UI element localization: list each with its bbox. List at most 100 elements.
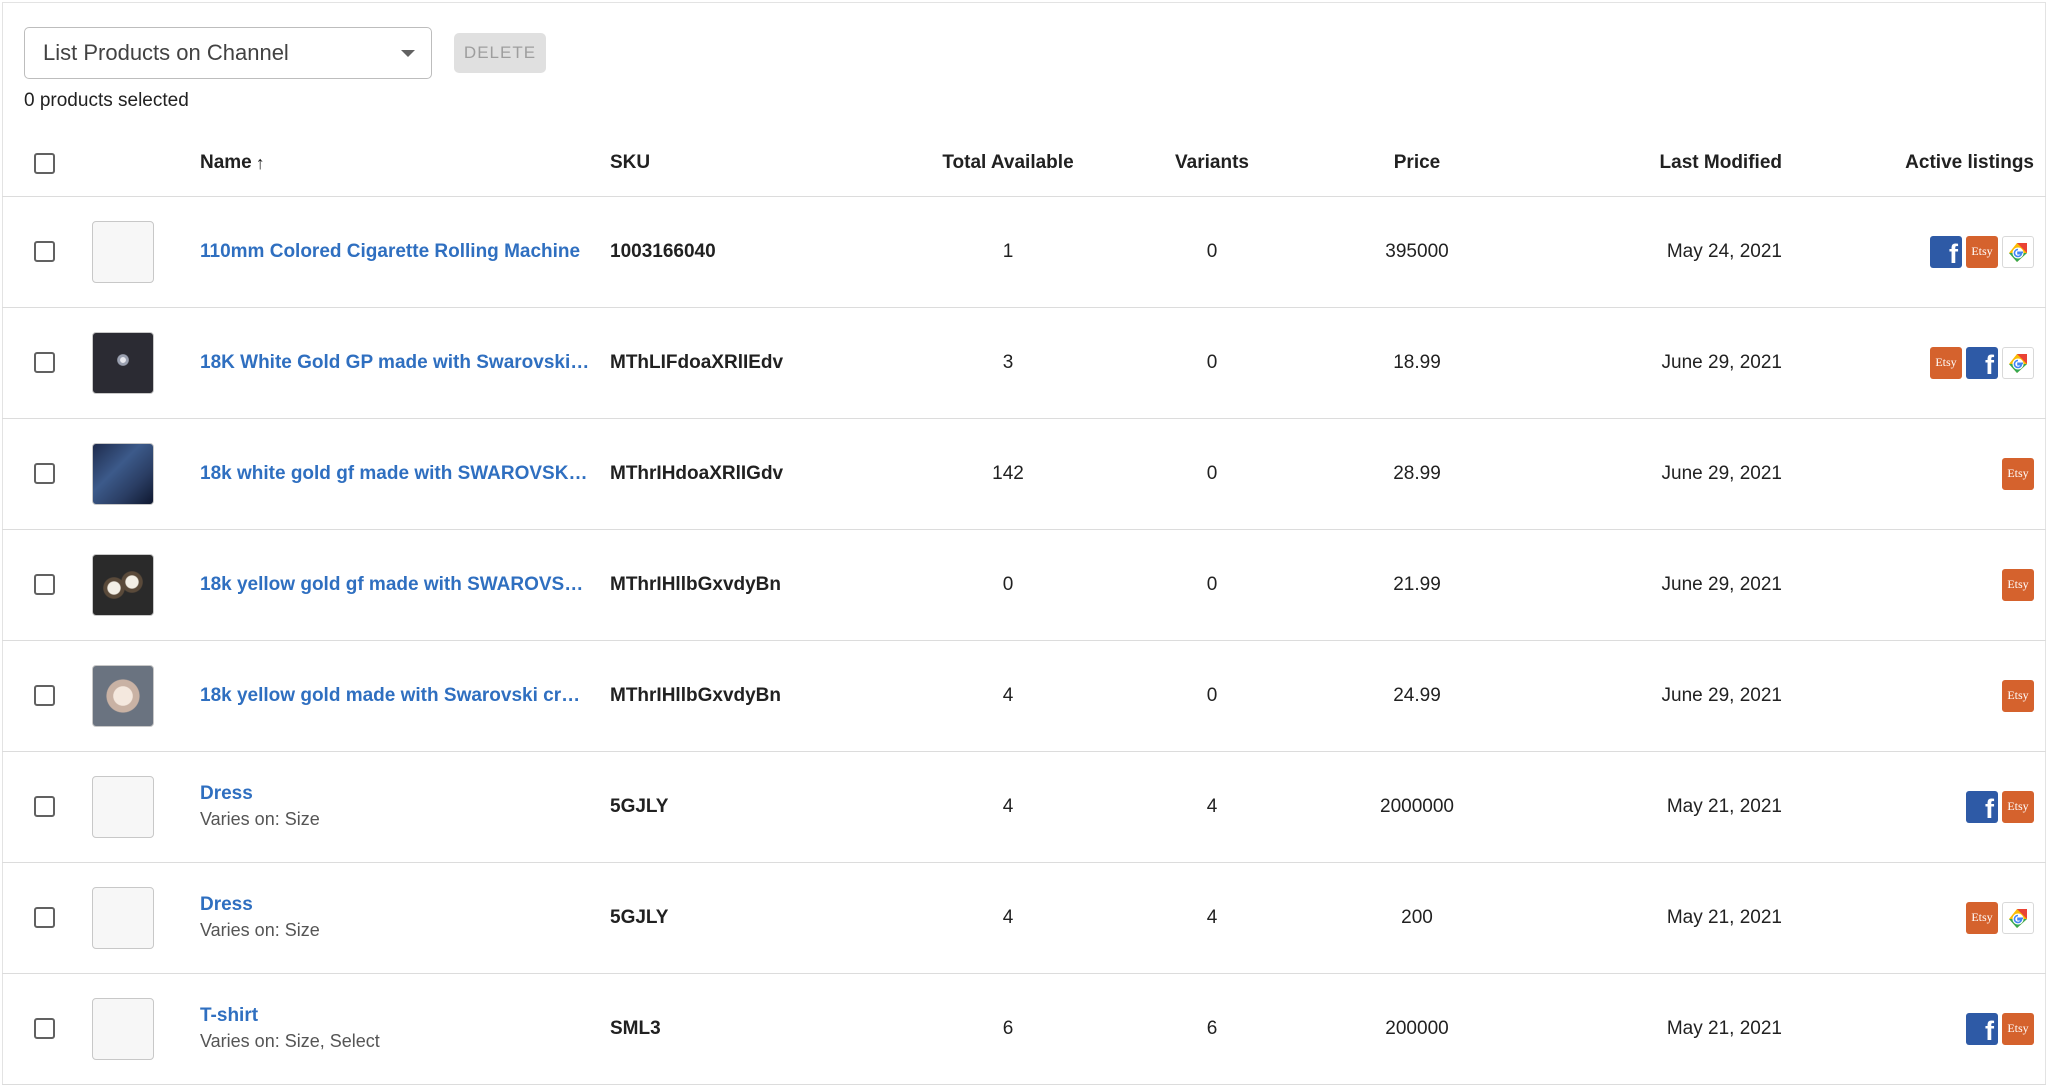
product-name-link[interactable]: 18k yellow gold made with Swarovski crys…	[200, 685, 590, 707]
column-header-name[interactable]: Name ↑	[200, 130, 600, 196]
total-available-cell: 3	[1002, 351, 1014, 373]
table-row: 18k white gold gf made with SWAROVSKI c.…	[2, 418, 2046, 530]
product-name-link[interactable]: 18K White Gold GP made with Swarovski c.…	[200, 352, 590, 374]
product-thumbnail[interactable]	[92, 442, 154, 505]
product-name-block: 18k yellow gold gf made with SWAROVSKI .…	[200, 574, 590, 596]
variants-cell: 4	[1206, 906, 1218, 928]
etsy-icon[interactable]: Etsy	[2002, 457, 2034, 490]
table-row: Dress Varies on: Size 5GJLY 4 4 2000000 May 21…	[2, 751, 2046, 863]
product-name-link[interactable]: 110mm Colored Cigarette Rolling Machine	[200, 241, 580, 263]
active-listings-icons: Etsy	[2002, 568, 2034, 601]
active-listings-icons: f Etsy	[1966, 1012, 2034, 1045]
total-available-cell: 6	[1002, 1017, 1014, 1039]
product-thumbnail[interactable]	[92, 664, 154, 727]
facebook-icon[interactable]: f	[1966, 346, 1998, 379]
google-shopping-icon[interactable]	[2002, 901, 2034, 934]
etsy-icon[interactable]: Etsy	[1930, 346, 1962, 379]
last-modified-cell: May 21, 2021	[1666, 906, 1782, 928]
select-all-checkbox[interactable]	[34, 152, 55, 174]
sku-cell: MThrIHdoaXRlIGdv	[610, 462, 784, 484]
google-shopping-icon[interactable]	[2002, 346, 2034, 379]
active-listings-icons: Etsy f	[1930, 346, 2034, 379]
row-checkbox[interactable]	[34, 685, 55, 706]
last-modified-cell: May 24, 2021	[1666, 240, 1782, 262]
product-name-block: Dress Varies on: Size	[200, 783, 320, 830]
product-name-link[interactable]: T-shirt	[200, 1005, 380, 1027]
table-row: T-shirt Varies on: Size, Select SML3 6 6 2000…	[2, 973, 2046, 1085]
google-shopping-icon[interactable]	[2002, 235, 2034, 268]
facebook-icon[interactable]: f	[1966, 790, 1998, 823]
price-cell: 28.99	[1393, 462, 1441, 484]
etsy-icon[interactable]: Etsy	[1966, 235, 1998, 268]
row-checkbox[interactable]	[34, 574, 55, 595]
column-header-sku[interactable]: SKU	[610, 130, 650, 196]
column-header-price[interactable]: Price	[1317, 130, 1517, 196]
price-cell: 24.99	[1393, 684, 1441, 706]
price-cell: 395000	[1385, 240, 1449, 262]
sku-cell: 5GJLY	[610, 906, 669, 928]
sku-cell: 1003166040	[610, 240, 716, 262]
product-thumbnail[interactable]	[92, 886, 154, 949]
product-thumbnail[interactable]	[92, 775, 154, 838]
active-listings-icons: Etsy	[1966, 901, 2034, 934]
sku-cell: 5GJLY	[610, 795, 669, 817]
sku-cell: MThrIHllbGxvdyBn	[610, 573, 782, 595]
price-cell: 18.99	[1393, 351, 1441, 373]
variants-cell: 0	[1206, 684, 1218, 706]
facebook-icon[interactable]: f	[1930, 235, 1962, 268]
total-available-cell: 4	[1002, 795, 1014, 817]
table-row: 18k yellow gold made with Swarovski crys…	[2, 640, 2046, 752]
etsy-icon[interactable]: Etsy	[2002, 679, 2034, 712]
column-header-active-listings[interactable]: Active listings	[1822, 130, 2034, 196]
facebook-icon[interactable]: f	[1966, 1012, 1998, 1045]
product-name-link[interactable]: 18k yellow gold gf made with SWAROVSKI .…	[200, 574, 590, 596]
last-modified-cell: June 29, 2021	[1661, 573, 1782, 595]
active-listings-icons: f Etsy	[1930, 235, 2034, 268]
last-modified-cell: June 29, 2021	[1661, 351, 1782, 373]
etsy-icon[interactable]: Etsy	[2002, 790, 2034, 823]
product-name-block: T-shirt Varies on: Size, Select	[200, 1005, 380, 1052]
bulk-action-dropdown[interactable]: List Products on Channel	[24, 27, 432, 79]
product-name-link[interactable]: Dress	[200, 894, 320, 916]
row-checkbox[interactable]	[34, 907, 55, 928]
row-checkbox[interactable]	[34, 241, 55, 262]
product-thumbnail[interactable]	[92, 220, 154, 283]
product-thumbnail[interactable]	[92, 553, 154, 616]
column-header-total-available[interactable]: Total Available	[908, 130, 1108, 196]
variants-cell: 6	[1206, 1017, 1218, 1039]
last-modified-cell: May 21, 2021	[1666, 795, 1782, 817]
product-thumbnail[interactable]	[92, 331, 154, 394]
sort-ascending-icon: ↑	[255, 152, 265, 173]
sku-cell: SML3	[610, 1017, 661, 1039]
last-modified-cell: May 21, 2021	[1666, 1017, 1782, 1039]
product-name-block: 18k yellow gold made with Swarovski crys…	[200, 685, 590, 707]
etsy-icon[interactable]: Etsy	[1966, 901, 1998, 934]
product-name-block: 110mm Colored Cigarette Rolling Machine	[200, 241, 580, 263]
row-checkbox[interactable]	[34, 796, 55, 817]
product-name-link[interactable]: Dress	[200, 783, 320, 805]
total-available-cell: 1	[1002, 240, 1014, 262]
price-cell: 200000	[1385, 1017, 1449, 1039]
table-row: 18K White Gold GP made with Swarovski c.…	[2, 307, 2046, 419]
product-name-block: 18k white gold gf made with SWAROVSKI c.…	[200, 463, 590, 485]
row-checkbox[interactable]	[34, 352, 55, 373]
column-header-variants[interactable]: Variants	[1112, 130, 1312, 196]
chevron-down-icon	[401, 49, 415, 57]
variants-cell: 4	[1206, 795, 1218, 817]
product-thumbnail[interactable]	[92, 997, 154, 1060]
variation-label: Varies on: Size, Select	[200, 1031, 380, 1051]
variants-cell: 0	[1206, 462, 1218, 484]
row-checkbox[interactable]	[34, 1018, 55, 1039]
column-header-last-modified[interactable]: Last Modified	[1562, 130, 1782, 196]
delete-button[interactable]: DELETE	[454, 33, 546, 73]
selected-count: 0 products selected	[24, 90, 189, 111]
variation-label: Varies on: Size	[200, 920, 320, 940]
etsy-icon[interactable]: Etsy	[2002, 568, 2034, 601]
price-cell: 200	[1401, 906, 1433, 928]
total-available-cell: 4	[1002, 684, 1014, 706]
etsy-icon[interactable]: Etsy	[2002, 1012, 2034, 1045]
product-name-link[interactable]: 18k white gold gf made with SWAROVSKI c.…	[200, 463, 590, 485]
table-row: 110mm Colored Cigarette Rolling Machine 1…	[2, 196, 2046, 308]
bulk-action-value: List Products on Channel	[43, 40, 289, 65]
row-checkbox[interactable]	[34, 463, 55, 484]
